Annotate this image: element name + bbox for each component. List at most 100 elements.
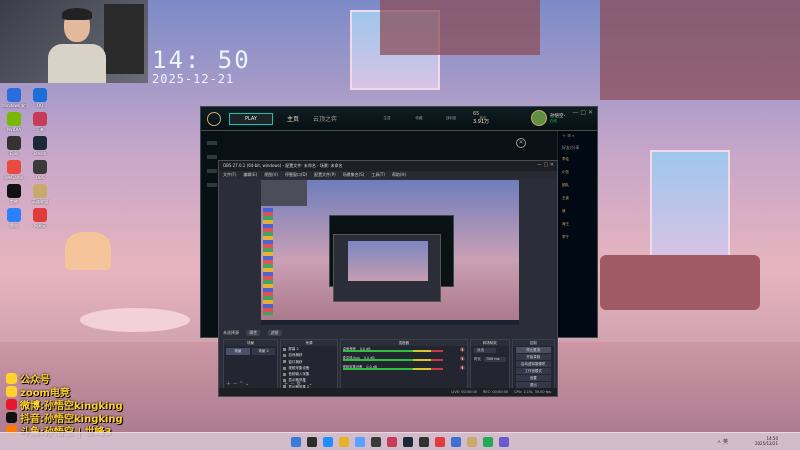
desktop-icon[interactable]: 英雄联盟: [28, 184, 52, 205]
properties-button[interactable]: 属性: [246, 330, 261, 336]
obs-menu-item[interactable]: 编辑(E): [243, 172, 257, 178]
friend-item[interactable]: 小张: [558, 166, 597, 179]
taskbar-app-icon[interactable]: [419, 436, 429, 447]
desktop-icon[interactable]: QQ: [28, 88, 52, 108]
obs-menu-item[interactable]: 场景集合(S): [343, 172, 365, 178]
taskbar-app-icon[interactable]: [291, 436, 301, 447]
desktop-icon-label: NVIDIA: [7, 127, 21, 132]
rec-status: REC: 00:00:00: [482, 390, 509, 394]
obs-menu-item[interactable]: 文件(F): [223, 172, 236, 178]
transitions-dock: 转场特效 淡出 时长 300 ms: [470, 339, 510, 389]
taskbar-app-icon[interactable]: [323, 436, 333, 447]
app-icon: [7, 88, 21, 102]
obs-menu-item[interactable]: 帮助(H): [392, 172, 406, 178]
platform-badge-icon: [6, 373, 17, 384]
scene-item[interactable]: 场景: [226, 348, 250, 355]
obs-title-bar: OBS 27.0.1 (64-bit, windows) - 配置文件: 未命名…: [219, 161, 557, 171]
obs-window-buttons[interactable]: — □ ✕: [537, 162, 554, 168]
lol-nav-loot[interactable]: 战利品: [439, 116, 463, 121]
wallpaper-sofa: [600, 255, 760, 310]
app-icon: [33, 184, 47, 198]
lol-window-buttons[interactable]: — □ ✕: [572, 109, 593, 116]
controls-dock: 控制 停止推流 开始录制 启动虚拟摄像机 工作室模式 设置 退出: [511, 339, 555, 389]
desktop-icon[interactable]: 王者: [28, 112, 52, 133]
friend-item[interactable]: 海王: [558, 218, 597, 231]
wallpaper-clock: 14: 50 2025-12-21: [152, 46, 251, 86]
sources-dock: 来源 屏幕 2 游戏捕获 窗口捕获 视频采集设备 音频输入采集 显示器采集 显示器采集 2 …: [280, 339, 338, 389]
lol-nav-collection[interactable]: 收藏: [407, 116, 431, 121]
friend-item[interactable]: 王者: [558, 192, 597, 205]
obs-title: OBS 27.0.1 (64-bit, windows) - 配置文件: 未命名…: [223, 163, 343, 168]
scene-dock-controls[interactable]: ＋ － ⌃ ⌄: [226, 380, 249, 387]
control-button[interactable]: 开始录制: [515, 354, 551, 360]
friend-item[interactable]: 我: [558, 205, 597, 218]
taskbar-app-icon[interactable]: [499, 436, 509, 447]
taskbar-app-icon[interactable]: [387, 436, 397, 447]
desktop-icon[interactable]: NVIDIA: [2, 112, 26, 132]
desktop-icon[interactable]: 剪映: [2, 184, 26, 205]
scene-item[interactable]: 场景 2: [251, 348, 276, 355]
close-icon[interactable]: ✕: [516, 138, 526, 148]
lol-nav-profile[interactable]: 生涯: [375, 116, 399, 121]
obs-menu-item[interactable]: 配置文件(P): [314, 172, 336, 178]
transition-type-select[interactable]: 淡出: [474, 348, 497, 353]
obs-window[interactable]: OBS 27.0.1 (64-bit, windows) - 配置文件: 未命名…: [218, 160, 558, 397]
desktop-icon[interactable]: OBS: [28, 160, 52, 180]
control-button[interactable]: 停止推流: [515, 347, 551, 353]
taskbar-app-icon[interactable]: [339, 436, 349, 447]
taskbar-app-icon[interactable]: [451, 436, 461, 447]
app-icon: [7, 160, 21, 174]
wallpaper-shelf: [380, 0, 540, 55]
desktop-icon[interactable]: WeGame: [2, 160, 26, 180]
source-type-icon: [283, 366, 287, 370]
taskbar-app-icon[interactable]: [467, 436, 477, 447]
mute-icon[interactable]: 🔇: [460, 356, 465, 361]
control-button[interactable]: 启动虚拟摄像机: [515, 361, 551, 367]
duration-input[interactable]: 300 ms: [483, 357, 506, 362]
obs-menu-item[interactable]: 工具(T): [371, 172, 385, 178]
taskbar-app-icon[interactable]: [307, 436, 317, 447]
taskbar-app-icon[interactable]: [371, 436, 381, 447]
obs-preview-canvas[interactable]: [261, 180, 519, 325]
taskbar-app-icon[interactable]: [403, 436, 413, 447]
desktop-icon-label: WeGame: [4, 175, 24, 180]
desktop-icon[interactable]: Epic: [2, 136, 26, 156]
blue-essence-value: 65: [473, 111, 480, 117]
desktop-icon[interactable]: 雷电: [2, 208, 26, 229]
desktop-icon-label: 王者: [36, 127, 44, 132]
control-button[interactable]: 设置: [515, 375, 551, 381]
platform-badge-icon: [6, 412, 17, 423]
volume-meter[interactable]: [342, 359, 444, 361]
desktop-icon[interactable]: 网易云: [28, 208, 52, 229]
lol-play-button[interactable]: PLAY: [229, 112, 273, 125]
friend-item[interactable]: 团队: [558, 179, 597, 192]
volume-meter[interactable]: [342, 350, 444, 352]
desktop-icon[interactable]: Windows 安全: [2, 88, 26, 109]
duration-label: 时长: [474, 357, 482, 361]
source-type-icon: [283, 372, 287, 376]
avatar[interactable]: [531, 110, 547, 126]
mixer-channel: 桌面音频 0.0 dB 🔇: [341, 346, 467, 355]
volume-meter[interactable]: [342, 368, 444, 370]
mute-icon[interactable]: 🔇: [460, 347, 465, 352]
desktop-icon[interactable]: Steam: [28, 136, 52, 156]
system-tray[interactable]: ㅅ 英: [717, 438, 728, 445]
filters-button[interactable]: 滤镜: [267, 330, 282, 336]
obs-menu-item[interactable]: 停靠窗口(D): [285, 172, 307, 178]
taskbar-app-icon[interactable]: [483, 436, 493, 447]
lol-nav-home[interactable]: 主页: [287, 114, 299, 123]
obs-menu-item[interactable]: 视图(V): [264, 172, 278, 178]
taskbar-app-icon[interactable]: [355, 436, 365, 447]
source-dock-controls[interactable]: ＋ － ⚙ ⌃ ⌄: [283, 380, 312, 387]
friend-item[interactable]: 李千: [558, 231, 597, 244]
control-button[interactable]: 工作室模式: [515, 368, 551, 374]
taskbar-app-icon[interactable]: [435, 436, 445, 447]
lol-nav-tft[interactable]: 云顶之弈: [313, 114, 337, 123]
desktop-icon-label: 剪映: [10, 199, 18, 204]
sidebar-tools[interactable]: ＋ ☰ ⌕: [558, 131, 597, 141]
clock-time: 14: 50: [152, 46, 251, 74]
friend-item[interactable]: 李佳: [558, 153, 597, 166]
taskbar-clock[interactable]: 14:50 2025/12/21: [755, 436, 778, 446]
mute-icon[interactable]: 🔇: [460, 365, 465, 370]
lol-profile[interactable]: 孙悟空- 在线: [531, 110, 565, 126]
